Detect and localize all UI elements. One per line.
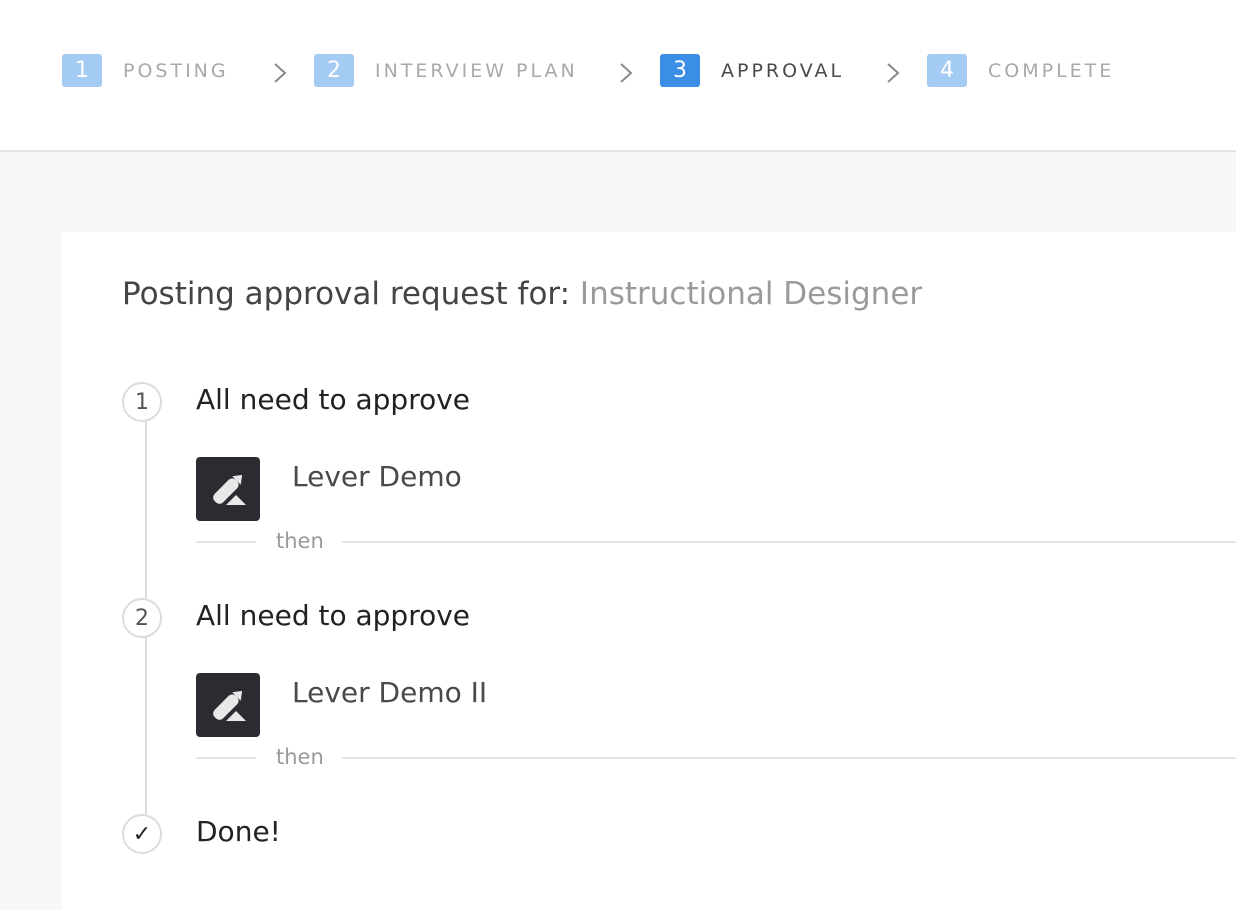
step-label: COMPLETE [988,59,1115,82]
approver-name[interactable]: Lever Demo [292,460,462,493]
approval-request-card: Posting approval request for: Instructio… [62,232,1236,910]
lever-logo-icon [196,457,260,521]
separator-label: then [276,745,324,769]
checkmark-icon: ✓ [122,814,162,854]
separator-line [196,541,256,543]
stage-number-badge: 1 [122,382,162,422]
step-complete[interactable]: 4 COMPLETE [927,54,1114,87]
separator-line [342,541,1236,543]
step-approval[interactable]: 3 APPROVAL [660,54,844,87]
lever-logo-icon [196,673,260,737]
stage-number-badge: 2 [122,598,162,638]
page-title: Posting approval request for: Instructio… [122,276,922,312]
done-label: Done! [196,815,281,848]
stage-heading: All need to approve [196,383,471,416]
step-number: 4 [927,54,967,87]
chevron-right-icon [618,62,634,84]
approver-name[interactable]: Lever Demo II [292,676,487,709]
step-number: 2 [314,54,354,87]
title-prefix: Posting approval request for: [122,276,571,312]
job-title: Instructional Designer [579,276,923,312]
approval-stepper: 1 POSTING 2 INTERVIEW PLAN 3 APPROVAL 4 … [0,0,1236,152]
step-posting[interactable]: 1 POSTING [62,54,229,87]
chevron-right-icon [272,62,288,84]
step-interview-plan[interactable]: 2 INTERVIEW PLAN [314,54,578,87]
step-label: INTERVIEW PLAN [375,59,578,82]
step-number: 3 [660,54,700,87]
then-separator: then [196,529,1236,553]
stage-heading: All need to approve [196,599,471,632]
chevron-right-icon [885,62,901,84]
separator-label: then [276,529,324,553]
step-label: POSTING [123,59,229,82]
separator-line [342,757,1236,759]
then-separator: then [196,745,1236,769]
separator-line [196,757,256,759]
step-number: 1 [62,54,102,87]
step-label: APPROVAL [721,59,845,82]
